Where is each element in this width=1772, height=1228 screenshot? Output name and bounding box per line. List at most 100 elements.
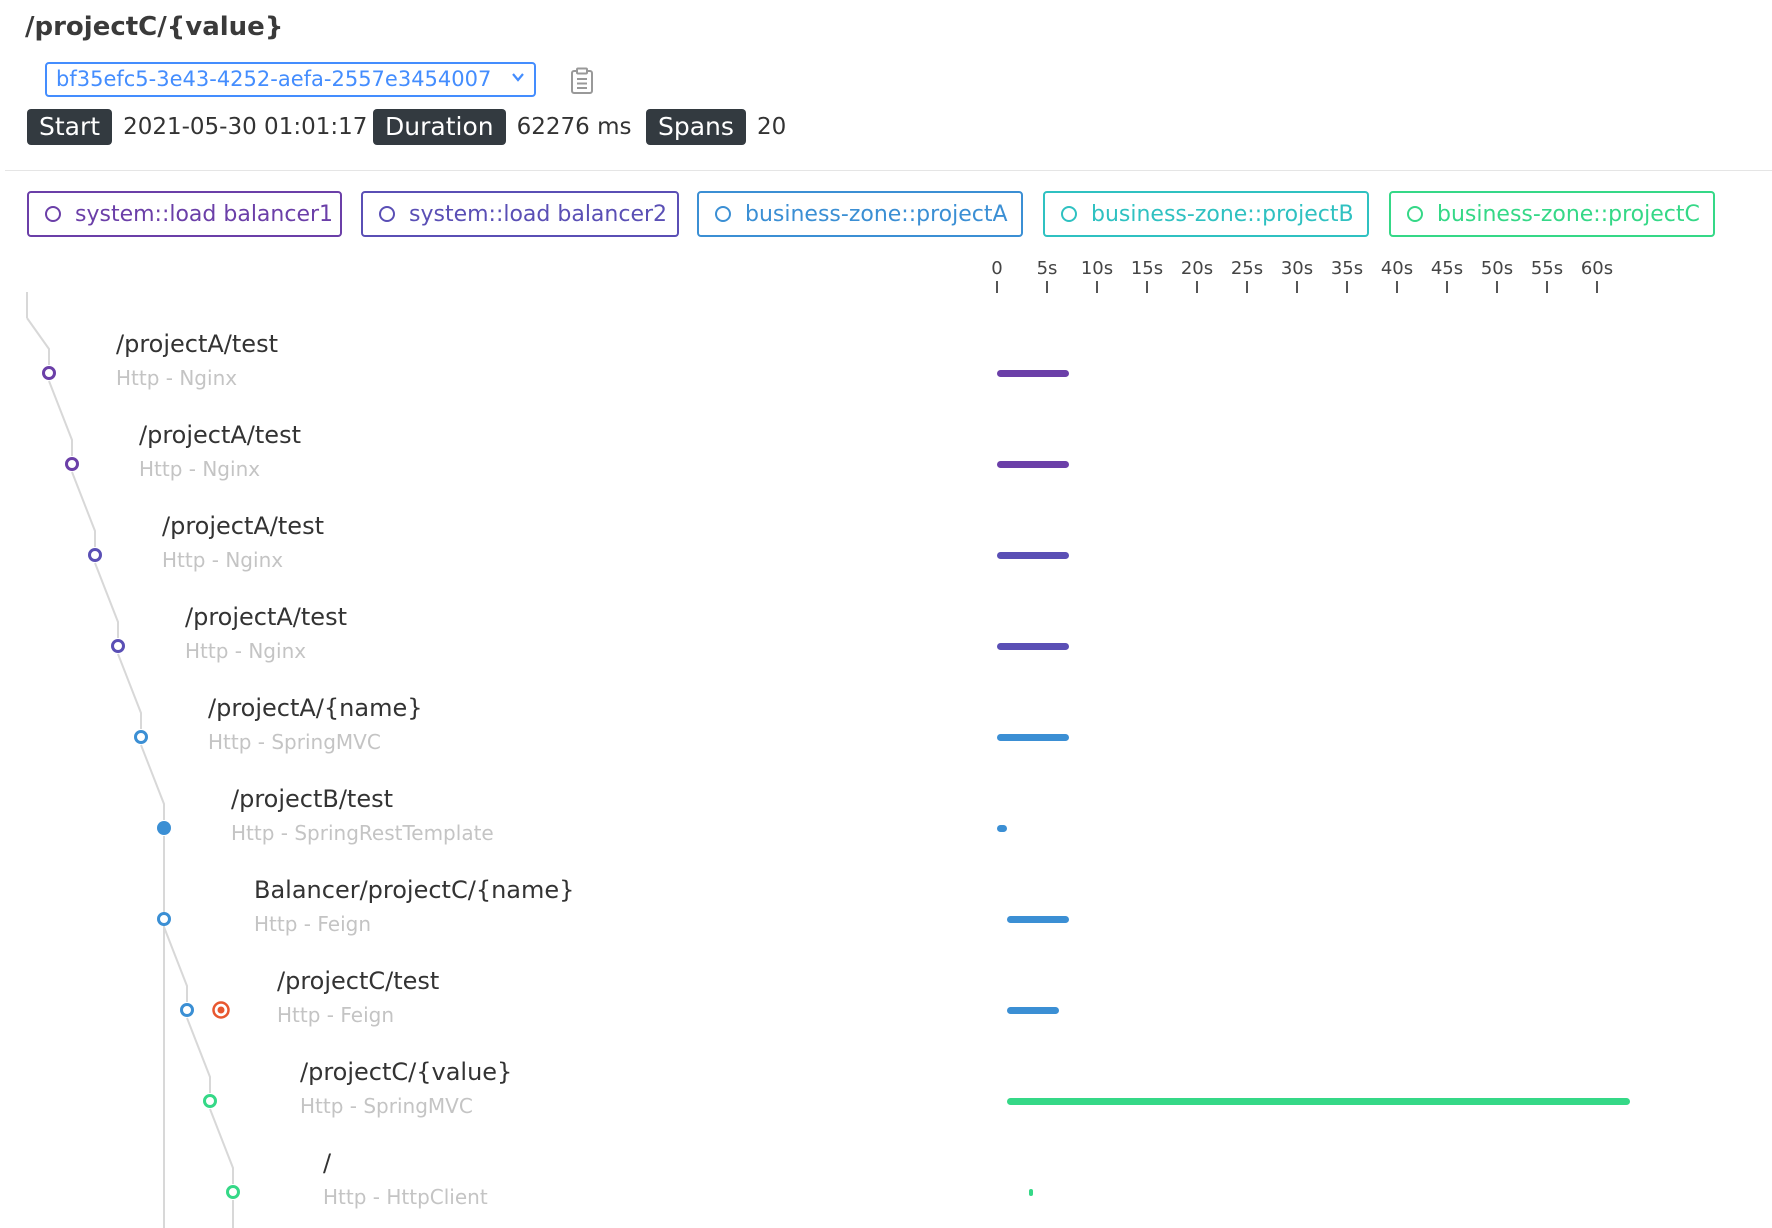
tree-connector	[186, 1017, 211, 1093]
legend-label: system::load balancer2	[409, 201, 668, 227]
clipboard-icon[interactable]	[570, 67, 594, 95]
duration-value: 62276 ms	[516, 114, 632, 140]
span-name[interactable]: /projectA/test	[162, 512, 324, 540]
span-component: Http - Nginx	[116, 366, 238, 390]
axis-tick	[1296, 281, 1298, 293]
span-node-icon[interactable]	[203, 1094, 217, 1108]
span-node-icon[interactable]	[180, 1003, 194, 1017]
header-divider	[5, 170, 1772, 171]
legend-item[interactable]: business-zone::projectB	[1043, 191, 1369, 237]
axis-tick-label: 10s	[1080, 258, 1114, 279]
start-tag: Start	[27, 109, 113, 145]
span-component: Http - SpringMVC	[300, 1094, 473, 1118]
axis-tick	[1596, 281, 1598, 293]
axis-tick-label: 35s	[1330, 258, 1364, 279]
span-name[interactable]: /projectC/test	[277, 967, 439, 995]
circle-icon	[379, 206, 395, 222]
axis-tick-label: 40s	[1380, 258, 1414, 279]
axis-tick	[1396, 281, 1398, 293]
span-component: Http - SpringRestTemplate	[231, 821, 494, 845]
start-meta: Start 2021-05-30 01:01:17	[27, 109, 367, 145]
span-node-icon[interactable]	[42, 366, 56, 380]
span-node-icon[interactable]	[157, 821, 171, 835]
tree-connector	[209, 1108, 234, 1184]
span-component: Http - Feign	[254, 912, 371, 936]
axis-tick-label: 15s	[1130, 258, 1164, 279]
span-node-icon[interactable]	[65, 457, 79, 471]
span-component: Http - SpringMVC	[208, 730, 381, 754]
span-name[interactable]: /projectA/test	[116, 330, 278, 358]
legend-label: system::load balancer1	[75, 201, 334, 227]
axis-tick-label: 50s	[1480, 258, 1514, 279]
span-duration-bar[interactable]	[997, 461, 1069, 468]
circle-icon	[715, 206, 731, 222]
axis-tick	[1046, 281, 1048, 293]
span-node-icon[interactable]	[226, 1185, 240, 1199]
tree-connector	[117, 653, 142, 729]
axis-tick	[1096, 281, 1098, 293]
axis-tick-label: 45s	[1430, 258, 1464, 279]
tree-connector	[163, 926, 188, 1002]
axis-tick	[1196, 281, 1198, 293]
legend-item[interactable]: business-zone::projectC	[1389, 191, 1715, 237]
spans-meta: Spans 20	[646, 109, 786, 145]
span-duration-bar[interactable]	[1029, 1189, 1033, 1196]
axis-tick	[996, 281, 998, 293]
tree-connector	[71, 471, 96, 547]
span-node-icon[interactable]	[88, 548, 102, 562]
span-name[interactable]: /	[323, 1149, 331, 1177]
duration-meta: Duration 62276 ms	[373, 109, 631, 145]
span-name[interactable]: Balancer/projectC/{name}	[254, 876, 574, 904]
span-duration-bar[interactable]	[997, 370, 1069, 377]
tree-connector	[140, 744, 165, 820]
legend-item[interactable]: system::load balancer1	[27, 191, 342, 237]
span-name[interactable]: /projectA/test	[185, 603, 347, 631]
span-node-icon[interactable]	[157, 912, 171, 926]
trace-id-value: bf35efc5-3e43-4252-aefa-2557e3454007	[56, 67, 492, 91]
span-name[interactable]: /projectB/test	[231, 785, 393, 813]
start-value: 2021-05-30 01:01:17	[123, 114, 368, 140]
circle-icon	[1061, 206, 1077, 222]
span-component: Http - Nginx	[185, 639, 307, 663]
span-duration-bar[interactable]	[1007, 1098, 1630, 1105]
axis-tick	[1546, 281, 1548, 293]
span-duration-bar[interactable]	[1007, 1007, 1059, 1014]
trace-id-select[interactable]: bf35efc5-3e43-4252-aefa-2557e3454007	[45, 62, 536, 97]
axis-tick	[1246, 281, 1248, 293]
legend-label: business-zone::projectA	[745, 201, 1008, 227]
axis-tick-label: 55s	[1530, 258, 1564, 279]
legend-item[interactable]: business-zone::projectA	[697, 191, 1023, 237]
span-name[interactable]: /projectC/{value}	[300, 1058, 512, 1086]
span-node-icon[interactable]	[134, 730, 148, 744]
duration-tag: Duration	[373, 109, 506, 145]
chevron-down-icon	[512, 73, 524, 82]
axis-tick-label: 30s	[1280, 258, 1314, 279]
axis-tick-label: 20s	[1180, 258, 1214, 279]
legend-label: business-zone::projectB	[1091, 201, 1354, 227]
span-duration-bar[interactable]	[997, 734, 1069, 741]
span-duration-bar[interactable]	[1007, 916, 1069, 923]
error-icon-dot	[217, 1006, 225, 1014]
span-component: Http - Nginx	[139, 457, 261, 481]
axis-tick-label: 5s	[1036, 258, 1058, 279]
axis-tick-label: 0	[991, 258, 1003, 279]
span-component: Http - HttpClient	[323, 1185, 488, 1209]
span-duration-bar[interactable]	[997, 825, 1007, 832]
span-name[interactable]: /projectA/{name}	[208, 694, 423, 722]
axis-tick	[1346, 281, 1348, 293]
span-duration-bar[interactable]	[997, 552, 1069, 559]
axis-tick	[1146, 281, 1148, 293]
spans-value: 20	[756, 114, 787, 140]
span-name[interactable]: /projectA/test	[139, 421, 301, 449]
span-duration-bar[interactable]	[997, 643, 1069, 650]
span-node-icon[interactable]	[111, 639, 125, 653]
tree-connector	[94, 562, 119, 638]
tree-connector	[26, 317, 50, 365]
legend-item[interactable]: system::load balancer2	[361, 191, 679, 237]
axis-tick-label: 25s	[1230, 258, 1264, 279]
trace-title: /projectC/{value}	[25, 12, 284, 42]
axis-tick-label: 60s	[1580, 258, 1614, 279]
axis-tick	[1446, 281, 1448, 293]
span-component: Http - Nginx	[162, 548, 284, 572]
legend-label: business-zone::projectC	[1437, 201, 1700, 227]
